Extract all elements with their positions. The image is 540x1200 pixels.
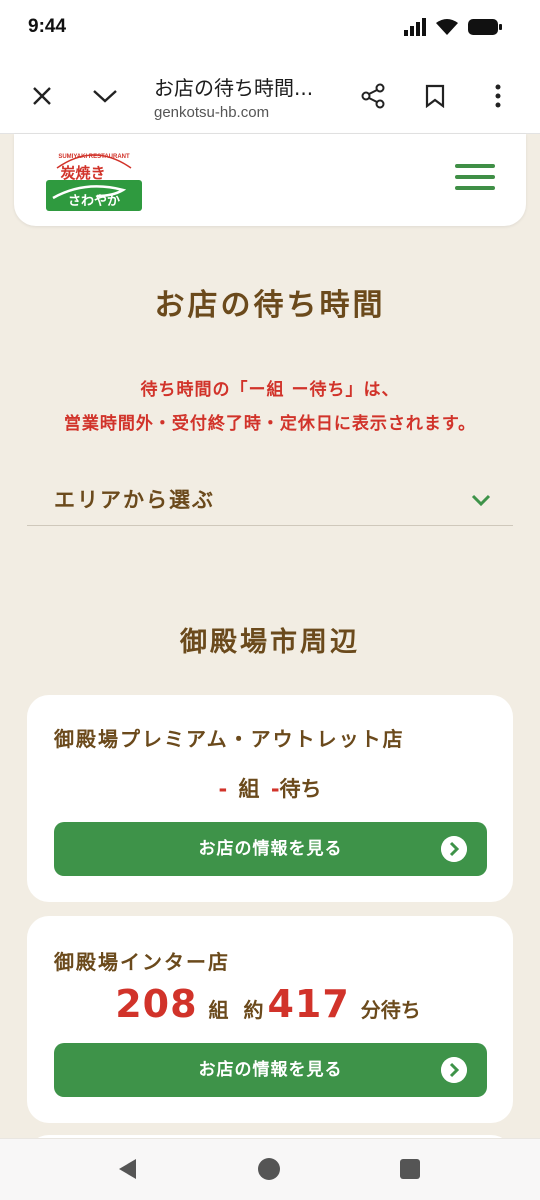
wait-status: 208 組 約 417 分待ち [27, 982, 513, 1026]
menu-line [455, 175, 495, 179]
browser-toolbar: お店の待ち時間... genkotsu-hb.com [0, 58, 540, 134]
group-unit: 組 [208, 998, 229, 1022]
status-icons [404, 18, 502, 36]
approx-label: 約 [243, 998, 264, 1022]
page-tab-title: お店の待ち時間... [154, 76, 314, 100]
svg-text:炭焼き: 炭焼き [60, 164, 105, 182]
share-icon [361, 83, 385, 109]
wait-time: - [270, 777, 280, 801]
wait-unit: 待ち [279, 777, 322, 801]
battery-icon [468, 19, 502, 35]
store-info-label: お店の情報を見る [198, 839, 343, 859]
status-time: 9:44 [28, 16, 67, 37]
minimize-button[interactable] [89, 80, 121, 112]
logo-text: さわやか [68, 194, 120, 209]
group-count: - [218, 777, 228, 801]
site-logo[interactable]: SUMIYAKI RESTAURANT 炭焼き さわやか [45, 146, 143, 212]
page-url[interactable]: genkotsu-hb.com [154, 104, 269, 121]
share-button[interactable] [357, 80, 389, 112]
bookmark-icon [425, 84, 445, 108]
chevron-down-icon [471, 494, 491, 507]
wait-notice: 待ち時間の「ー組 ー待ち」は、 営業時間外・受付終了時・定休日に表示されます。 [0, 373, 540, 441]
site-header: SUMIYAKI RESTAURANT 炭焼き さわやか [14, 134, 526, 226]
back-icon[interactable] [119, 1159, 136, 1179]
more-vertical-icon [495, 84, 501, 108]
area-select-label: エリアから選ぶ [54, 488, 215, 512]
notice-line-1: 待ち時間の「ー組 ー待ち」は、 [140, 380, 400, 400]
region-title: 御殿場市周辺 [180, 627, 360, 658]
system-nav-bar [0, 1138, 540, 1200]
page-title: お店の待ち時間 [154, 288, 386, 323]
recent-apps-icon[interactable] [400, 1159, 420, 1179]
close-icon [33, 87, 51, 105]
store-card: 御殿場プレミアム・アウトレット店 - 組 -待ち お店の情報を見る [27, 695, 513, 902]
wait-status: - 組 -待ち [27, 773, 513, 803]
store-info-label: お店の情報を見る [198, 1060, 343, 1080]
menu-line [455, 186, 495, 190]
store-name: 御殿場インター店 [54, 950, 230, 974]
area-select-dropdown[interactable]: エリアから選ぶ [27, 476, 513, 526]
store-card: 御殿場インター店 208 組 約 417 分待ち お店の情報を見る [27, 916, 513, 1123]
wait-unit: 分待ち [360, 998, 421, 1022]
more-options-button[interactable] [482, 80, 514, 112]
wait-time: 417 [267, 982, 350, 1026]
group-count: 208 [115, 982, 198, 1026]
bookmark-button[interactable] [419, 80, 451, 112]
notice-line-2: 営業時間外・受付終了時・定休日に表示されます。 [63, 414, 477, 434]
status-bar: 9:44 [0, 0, 540, 58]
store-info-button[interactable]: お店の情報を見る [54, 822, 487, 876]
close-tab-button[interactable] [26, 80, 58, 112]
store-name: 御殿場プレミアム・アウトレット店 [54, 727, 405, 751]
signal-icon [404, 18, 426, 36]
home-icon[interactable] [258, 1158, 280, 1180]
group-unit: 組 [238, 777, 260, 801]
chevron-right-icon [441, 1057, 467, 1083]
svg-text:SUMIYAKI RESTAURANT: SUMIYAKI RESTAURANT [58, 154, 130, 160]
chevron-down-icon [93, 90, 117, 103]
menu-line [455, 164, 495, 168]
chevron-right-icon [441, 836, 467, 862]
wifi-icon [436, 19, 458, 35]
hamburger-menu-button[interactable] [455, 164, 495, 194]
store-info-button[interactable]: お店の情報を見る [54, 1043, 487, 1097]
